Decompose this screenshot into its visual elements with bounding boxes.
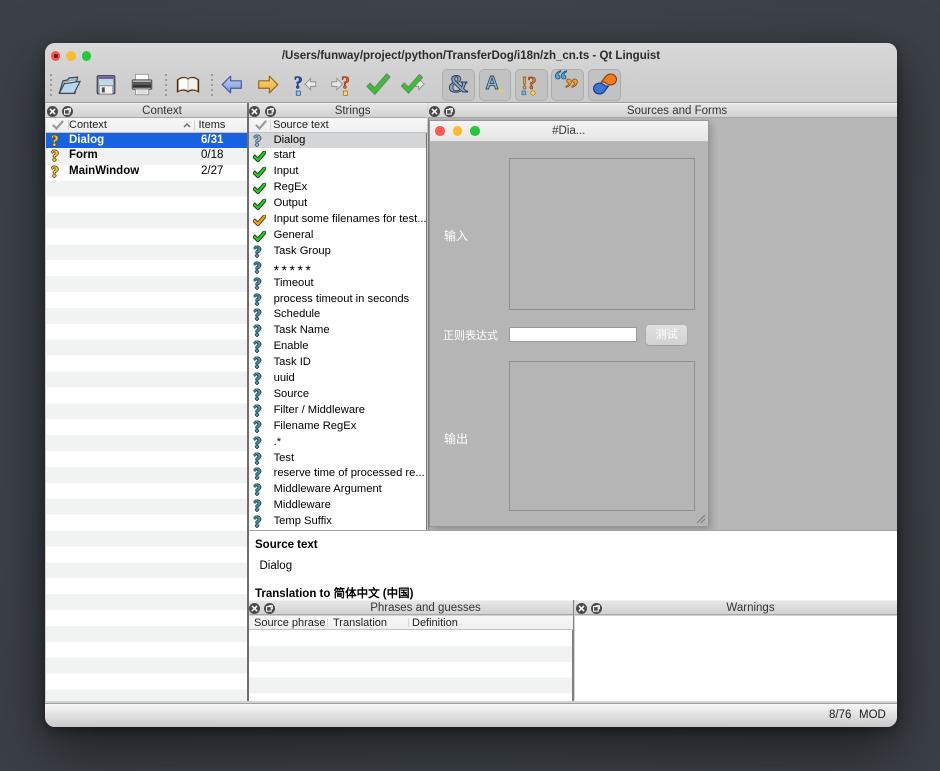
svg-text:”: ”	[565, 73, 579, 98]
svg-text:?: ?	[341, 73, 350, 93]
svg-text:?: ?	[294, 73, 303, 93]
svg-text:&: &	[448, 71, 469, 98]
svg-text:A: A	[485, 73, 498, 93]
svg-text:?: ?	[528, 73, 537, 93]
